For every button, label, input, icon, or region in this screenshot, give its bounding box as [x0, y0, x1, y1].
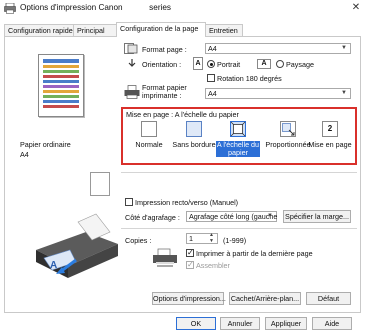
tab-page-setup[interactable]: Configuration de la page	[116, 22, 206, 37]
layout-option-label: Sans bordure	[172, 140, 216, 149]
tab-quick-setup[interactable]: Configuration rapide	[4, 24, 74, 36]
print-from-last-page-checkbox[interactable]	[186, 248, 194, 257]
rotate-180-checkbox[interactable]	[207, 74, 215, 82]
copies-range: (1-999)	[223, 236, 247, 245]
print-options-button[interactable]: Options d'impression...	[152, 292, 226, 305]
landscape-radio[interactable]	[276, 60, 284, 68]
normal-page-icon	[141, 121, 157, 137]
layout-option-page-layout[interactable]: 2 Mise en page	[306, 121, 354, 159]
copies-input[interactable]: 1 ▲ ▼	[186, 232, 218, 244]
collate-label: Assembler	[196, 261, 230, 270]
cancel-button[interactable]: Annuler	[220, 317, 260, 330]
borderless-icon	[186, 121, 202, 137]
printer-paper-size-label: Format papier imprimante :	[142, 84, 187, 100]
duplex-checkbox[interactable]	[125, 198, 133, 206]
help-button[interactable]: Aide	[312, 317, 352, 330]
orientation-preview-icon	[90, 172, 110, 196]
portrait-label: Portrait	[217, 60, 241, 69]
preview-media-type: Papier ordinaire	[20, 140, 71, 149]
print-from-last-page-label: Imprimer à partir de la dernière page	[196, 249, 313, 258]
page-preview	[38, 54, 84, 117]
page-layout-caption: Mise en page :	[126, 110, 174, 119]
stamp-background-button[interactable]: Cachet/Arrière-plan...	[229, 292, 301, 305]
window-title-main: Options d'impression Canon	[20, 3, 123, 12]
tab-main[interactable]: Principal	[73, 24, 117, 36]
copies-order-icon	[153, 248, 177, 267]
printer-paper-size-value: A4	[208, 89, 217, 98]
duplex-label: Impression recto/verso (Manuel)	[135, 198, 239, 207]
tab-maintenance[interactable]: Entretien	[205, 24, 243, 36]
orientation-icon	[128, 59, 136, 67]
stapling-side-label: Côté d'agrafage :	[125, 213, 180, 222]
page-size-value: A4	[208, 44, 217, 53]
collate-checkbox[interactable]	[186, 260, 194, 269]
printer-paper-size-select[interactable]: A4 ▼	[205, 88, 351, 99]
layout-option-borderless[interactable]: Sans bordure	[172, 121, 216, 159]
defaults-button[interactable]: Défaut	[306, 292, 351, 305]
page-layout-selected: A l'échelle du papier	[174, 110, 239, 119]
stapling-side-select[interactable]: Agrafage côté long (gauche ▼	[186, 211, 277, 222]
page-size-label: Format page :	[142, 45, 187, 54]
portrait-icon: A	[193, 57, 203, 70]
stapling-side-value: Agrafage côté long (gauche	[189, 212, 278, 221]
rotate-180-label: Rotation 180 degrés	[217, 74, 282, 83]
window-title: Options d'impression Canon series	[20, 3, 171, 12]
section-divider	[121, 172, 357, 173]
close-icon[interactable]: ✕	[349, 1, 363, 15]
specify-margin-button[interactable]: Spécifier la marge...	[283, 210, 351, 223]
layout-option-fit-to-page[interactable]: A l'échelle du papier	[216, 121, 260, 159]
copies-value: 1	[189, 234, 193, 243]
page-layout-icon: 2	[322, 121, 338, 137]
page-layout-label: Mise en page : A l'échelle du papier	[126, 110, 239, 119]
landscape-icon: A	[257, 59, 271, 69]
landscape-label: Paysage	[286, 60, 314, 69]
layout-option-label: Mise en page	[308, 140, 352, 149]
chevron-down-icon: ▼	[341, 45, 347, 51]
printer-icon	[4, 3, 16, 14]
title-bar: Options d'impression Canon series ✕	[0, 0, 365, 18]
layout-option-label-line2: papier	[228, 148, 248, 157]
scaled-icon	[280, 121, 296, 137]
svg-text:A: A	[50, 260, 57, 271]
ok-button[interactable]: OK	[176, 317, 216, 330]
copies-label: Copies :	[125, 236, 152, 245]
preview-media-size: A4	[20, 150, 29, 159]
apply-button[interactable]: Appliquer	[265, 317, 307, 330]
layout-option-normal[interactable]: Normale	[127, 121, 171, 159]
spin-arrows-icon[interactable]: ▲ ▼	[209, 232, 214, 244]
layout-option-label: Normale	[135, 140, 163, 149]
chevron-down-icon: ▼	[341, 90, 347, 96]
layout-option-label: A l'échelle du papier	[216, 141, 260, 157]
preview-content	[43, 59, 79, 108]
window-title-suffix: series	[149, 3, 172, 12]
page-size-icon	[124, 43, 138, 54]
orientation-label: Orientation :	[142, 60, 182, 69]
printer-paper-icon	[124, 85, 140, 99]
printer-illustration-icon: A	[36, 213, 118, 278]
page-size-select[interactable]: A4 ▼	[205, 43, 351, 54]
chevron-down-icon: ▼	[267, 213, 273, 219]
printer-paper-size-label-line2: imprimante :	[142, 91, 182, 100]
section-divider	[121, 228, 357, 229]
fit-to-page-icon	[230, 121, 246, 137]
portrait-radio[interactable]	[207, 60, 215, 68]
